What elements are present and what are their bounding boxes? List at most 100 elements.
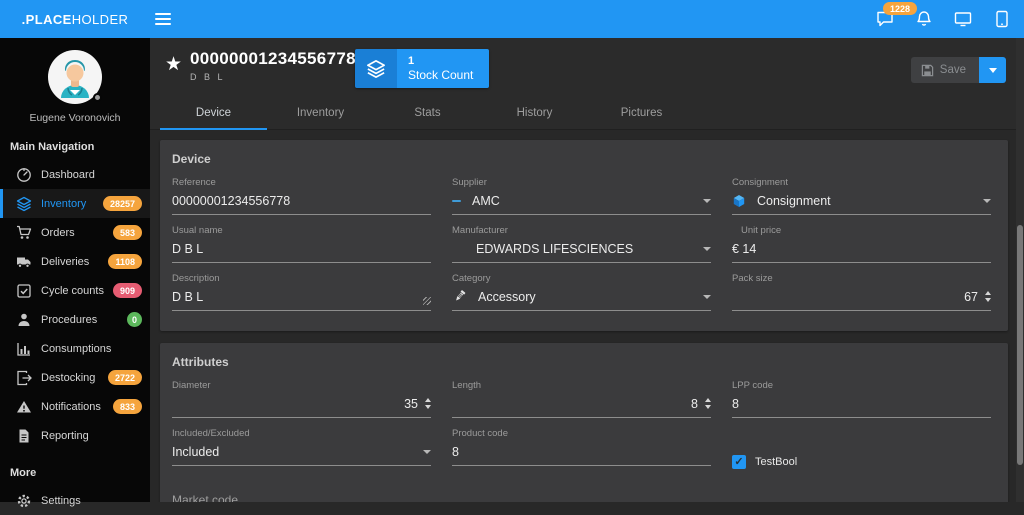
spin-up-icon[interactable] — [985, 291, 991, 295]
sidebar: Eugene Voronovich Main Navigation Dashbo… — [0, 38, 150, 502]
reporting-icon — [16, 428, 32, 444]
chevron-down-icon — [989, 68, 997, 73]
spin-up-icon[interactable] — [425, 398, 431, 402]
badge-count: 1108 — [108, 254, 142, 269]
inventory-icon — [16, 196, 32, 212]
badge-count: 583 — [113, 225, 142, 240]
chevron-down-icon — [703, 295, 711, 299]
user-name: Eugene Voronovich — [0, 112, 150, 124]
scrollbar[interactable] — [1016, 38, 1024, 502]
manufacturer-icon — [452, 244, 465, 253]
sidebar-item-settings[interactable]: Settings — [0, 486, 150, 515]
chevron-down-icon — [703, 247, 711, 251]
tab-bar: Device Inventory Stats History Pictures — [160, 99, 695, 130]
spin-up-icon[interactable] — [705, 398, 711, 402]
sidebar-item-inventory[interactable]: Inventory 28257 — [0, 189, 150, 218]
chat-count-badge: 1228 — [883, 2, 917, 15]
sidebar-item-consumptions[interactable]: Consumptions — [0, 334, 150, 363]
market-code-field[interactable]: Market code — [172, 491, 431, 502]
nav-section-main: Main Navigation — [0, 124, 150, 160]
badge-count: 833 — [113, 399, 142, 414]
number-spinner[interactable] — [705, 398, 711, 409]
save-dropdown-button[interactable] — [979, 57, 1006, 83]
save-button[interactable]: Save — [911, 57, 979, 83]
favorite-star-icon[interactable]: ★ — [165, 53, 182, 76]
chevron-down-icon — [983, 199, 991, 203]
description-textarea[interactable]: Description D B L — [172, 273, 431, 311]
device-card: Device Reference 00000001234556778 Suppl… — [160, 140, 1008, 331]
tab-history[interactable]: History — [481, 99, 588, 130]
category-select[interactable]: Category Accessory — [452, 273, 711, 311]
cycle-counts-icon — [16, 283, 32, 299]
sidebar-item-cycle-counts[interactable]: Cycle counts 909 — [0, 276, 150, 305]
avatar[interactable] — [48, 50, 102, 104]
page-subtitle: D B L — [190, 72, 356, 82]
topbar: .PLACEHOLDER 1228 — [0, 0, 1024, 38]
sidebar-item-reporting[interactable]: Reporting — [0, 421, 150, 450]
chat-icon[interactable]: 1228 — [876, 10, 894, 28]
orders-icon — [16, 225, 32, 241]
resize-handle-icon[interactable] — [423, 297, 431, 305]
page-header: ★ 00000001234556778 D B L 1 Stock Count … — [150, 38, 1024, 130]
screw-icon — [452, 289, 467, 304]
product-code-field[interactable]: Product code 8 — [452, 428, 711, 466]
tab-inventory[interactable]: Inventory — [267, 99, 374, 130]
chevron-down-icon — [703, 199, 711, 203]
sidebar-item-procedures[interactable]: Procedures 0 — [0, 305, 150, 334]
destocking-icon — [16, 370, 32, 386]
monitor-icon[interactable] — [954, 10, 972, 28]
number-spinner[interactable] — [985, 291, 991, 302]
sidebar-item-notifications[interactable]: Notifications 833 — [0, 392, 150, 421]
app-logo: .PLACEHOLDER — [0, 12, 150, 27]
testbool-checkbox[interactable]: ✓ TestBool — [732, 448, 991, 476]
length-stepper[interactable]: Length 8 — [452, 380, 711, 418]
spin-down-icon[interactable] — [425, 405, 431, 409]
sidebar-item-destocking[interactable]: Destocking 2722 — [0, 363, 150, 392]
unit-price-field[interactable]: Unit price € 14 — [732, 225, 991, 263]
pack-size-stepper[interactable]: Pack size 67 — [732, 273, 991, 311]
sidebar-item-deliveries[interactable]: Deliveries 1108 — [0, 247, 150, 276]
procedures-icon — [16, 312, 32, 328]
main-content: ★ 00000001234556778 D B L 1 Stock Count … — [150, 38, 1024, 502]
settings-icon — [16, 493, 32, 509]
notifications-icon — [16, 399, 32, 415]
number-spinner[interactable] — [425, 398, 431, 409]
spin-down-icon[interactable] — [985, 298, 991, 302]
stock-count-label: Stock Count — [408, 68, 473, 83]
badge-count: 2722 — [108, 370, 142, 385]
save-split-button: Save — [911, 57, 1006, 83]
tab-pictures[interactable]: Pictures — [588, 99, 695, 130]
badge-count: 28257 — [103, 196, 142, 211]
tab-device[interactable]: Device — [160, 99, 267, 130]
nav-section-more: More — [0, 450, 150, 486]
manufacturer-select[interactable]: Manufacturer EDWARDS LIFESCIENCES — [452, 225, 711, 263]
sidebar-item-orders[interactable]: Orders 583 — [0, 218, 150, 247]
consignment-select[interactable]: Consignment Consignment — [732, 177, 991, 215]
tablet-icon[interactable] — [993, 10, 1011, 28]
stock-count-button[interactable]: 1 Stock Count — [355, 49, 489, 88]
badge-count: 0 — [127, 312, 142, 327]
reference-field[interactable]: Reference 00000001234556778 — [172, 177, 431, 215]
chevron-down-icon — [423, 450, 431, 454]
tab-stats[interactable]: Stats — [374, 99, 481, 130]
status-dot — [93, 93, 102, 102]
sidebar-item-dashboard[interactable]: Dashboard — [0, 160, 150, 189]
stock-count-value: 1 — [408, 54, 473, 68]
attributes-card-title: Attributes — [160, 343, 1008, 380]
menu-toggle-icon[interactable] — [155, 13, 171, 25]
layers-icon — [355, 49, 397, 88]
floppy-icon — [921, 64, 934, 77]
scrollbar-thumb[interactable] — [1017, 225, 1023, 465]
spin-down-icon[interactable] — [705, 405, 711, 409]
checkbox-checked-icon[interactable]: ✓ — [732, 455, 746, 469]
supplier-select[interactable]: Supplier AMC — [452, 177, 711, 215]
included-excluded-select[interactable]: Included/Excluded Included — [172, 428, 431, 466]
form-content: Device Reference 00000001234556778 Suppl… — [150, 130, 1024, 502]
dashboard-icon — [16, 167, 32, 183]
consumptions-icon — [16, 341, 32, 357]
lpp-code-field[interactable]: LPP code 8 — [732, 380, 991, 418]
usual-name-field[interactable]: Usual name D B L — [172, 225, 431, 263]
bell-icon[interactable] — [915, 10, 933, 28]
supplier-icon — [452, 200, 461, 202]
diameter-stepper[interactable]: Diameter 35 — [172, 380, 431, 418]
